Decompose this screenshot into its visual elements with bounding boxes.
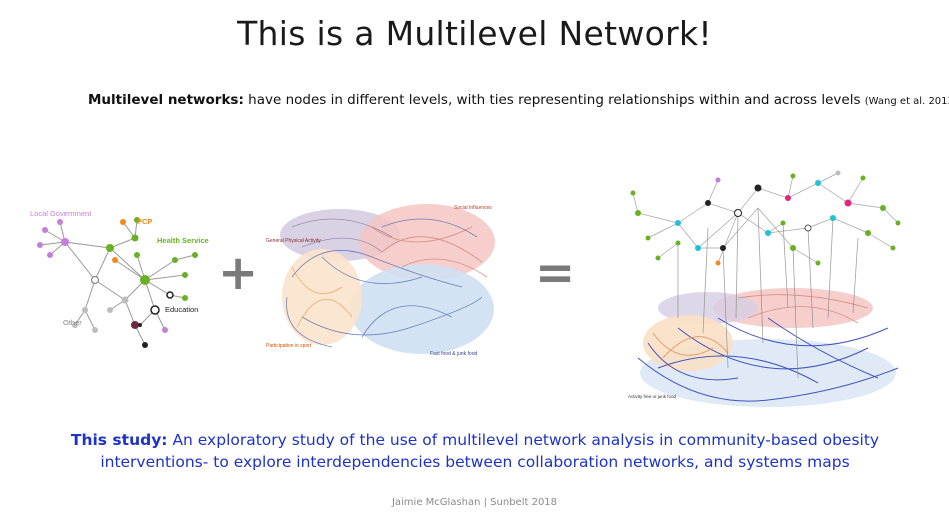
study-lead: This study: [70, 431, 168, 449]
collaboration-network-graph: Local Government PCP Health Service Educ… [30, 209, 209, 348]
label-participation-in-sport: Participation in sport [266, 343, 312, 349]
label-fast-food: Fast food & junk food [430, 351, 477, 357]
definition-text: Multilevel networks: have nodes in diffe… [88, 92, 949, 108]
label-health-service: Health Service [157, 236, 209, 245]
definition-citation: (Wang et al. 2013) [864, 96, 949, 107]
systems-map-diagram: General Physical Activity Social Influen… [266, 204, 495, 357]
study-text: An exploratory study of the use of multi… [100, 431, 880, 471]
slide-footer: Jaimie McGlashan | Sunbelt 2018 [391, 497, 558, 508]
equals-operator: = [535, 245, 576, 301]
label-activity-free: Activity free or junk food [628, 394, 677, 399]
study-statement: This study: An exploratory study of the … [40, 429, 910, 473]
label-other: Other [63, 318, 82, 327]
label-general-physical-activity: General Physical Activity [266, 238, 321, 244]
plus-operator: + [218, 245, 259, 301]
label-social-influences: Social Influences [454, 205, 492, 211]
label-local-government: Local Government [30, 209, 92, 218]
definition-term: Multilevel networks: [88, 92, 244, 108]
definition-body: have nodes in different levels, with tie… [243, 92, 865, 108]
slide-title: This is a Multilevel Network! [237, 14, 712, 53]
multilevel-network-diagram: Activity free or junk food [628, 170, 901, 407]
label-education: Education [165, 305, 198, 314]
label-pcp: PCP [137, 217, 152, 226]
